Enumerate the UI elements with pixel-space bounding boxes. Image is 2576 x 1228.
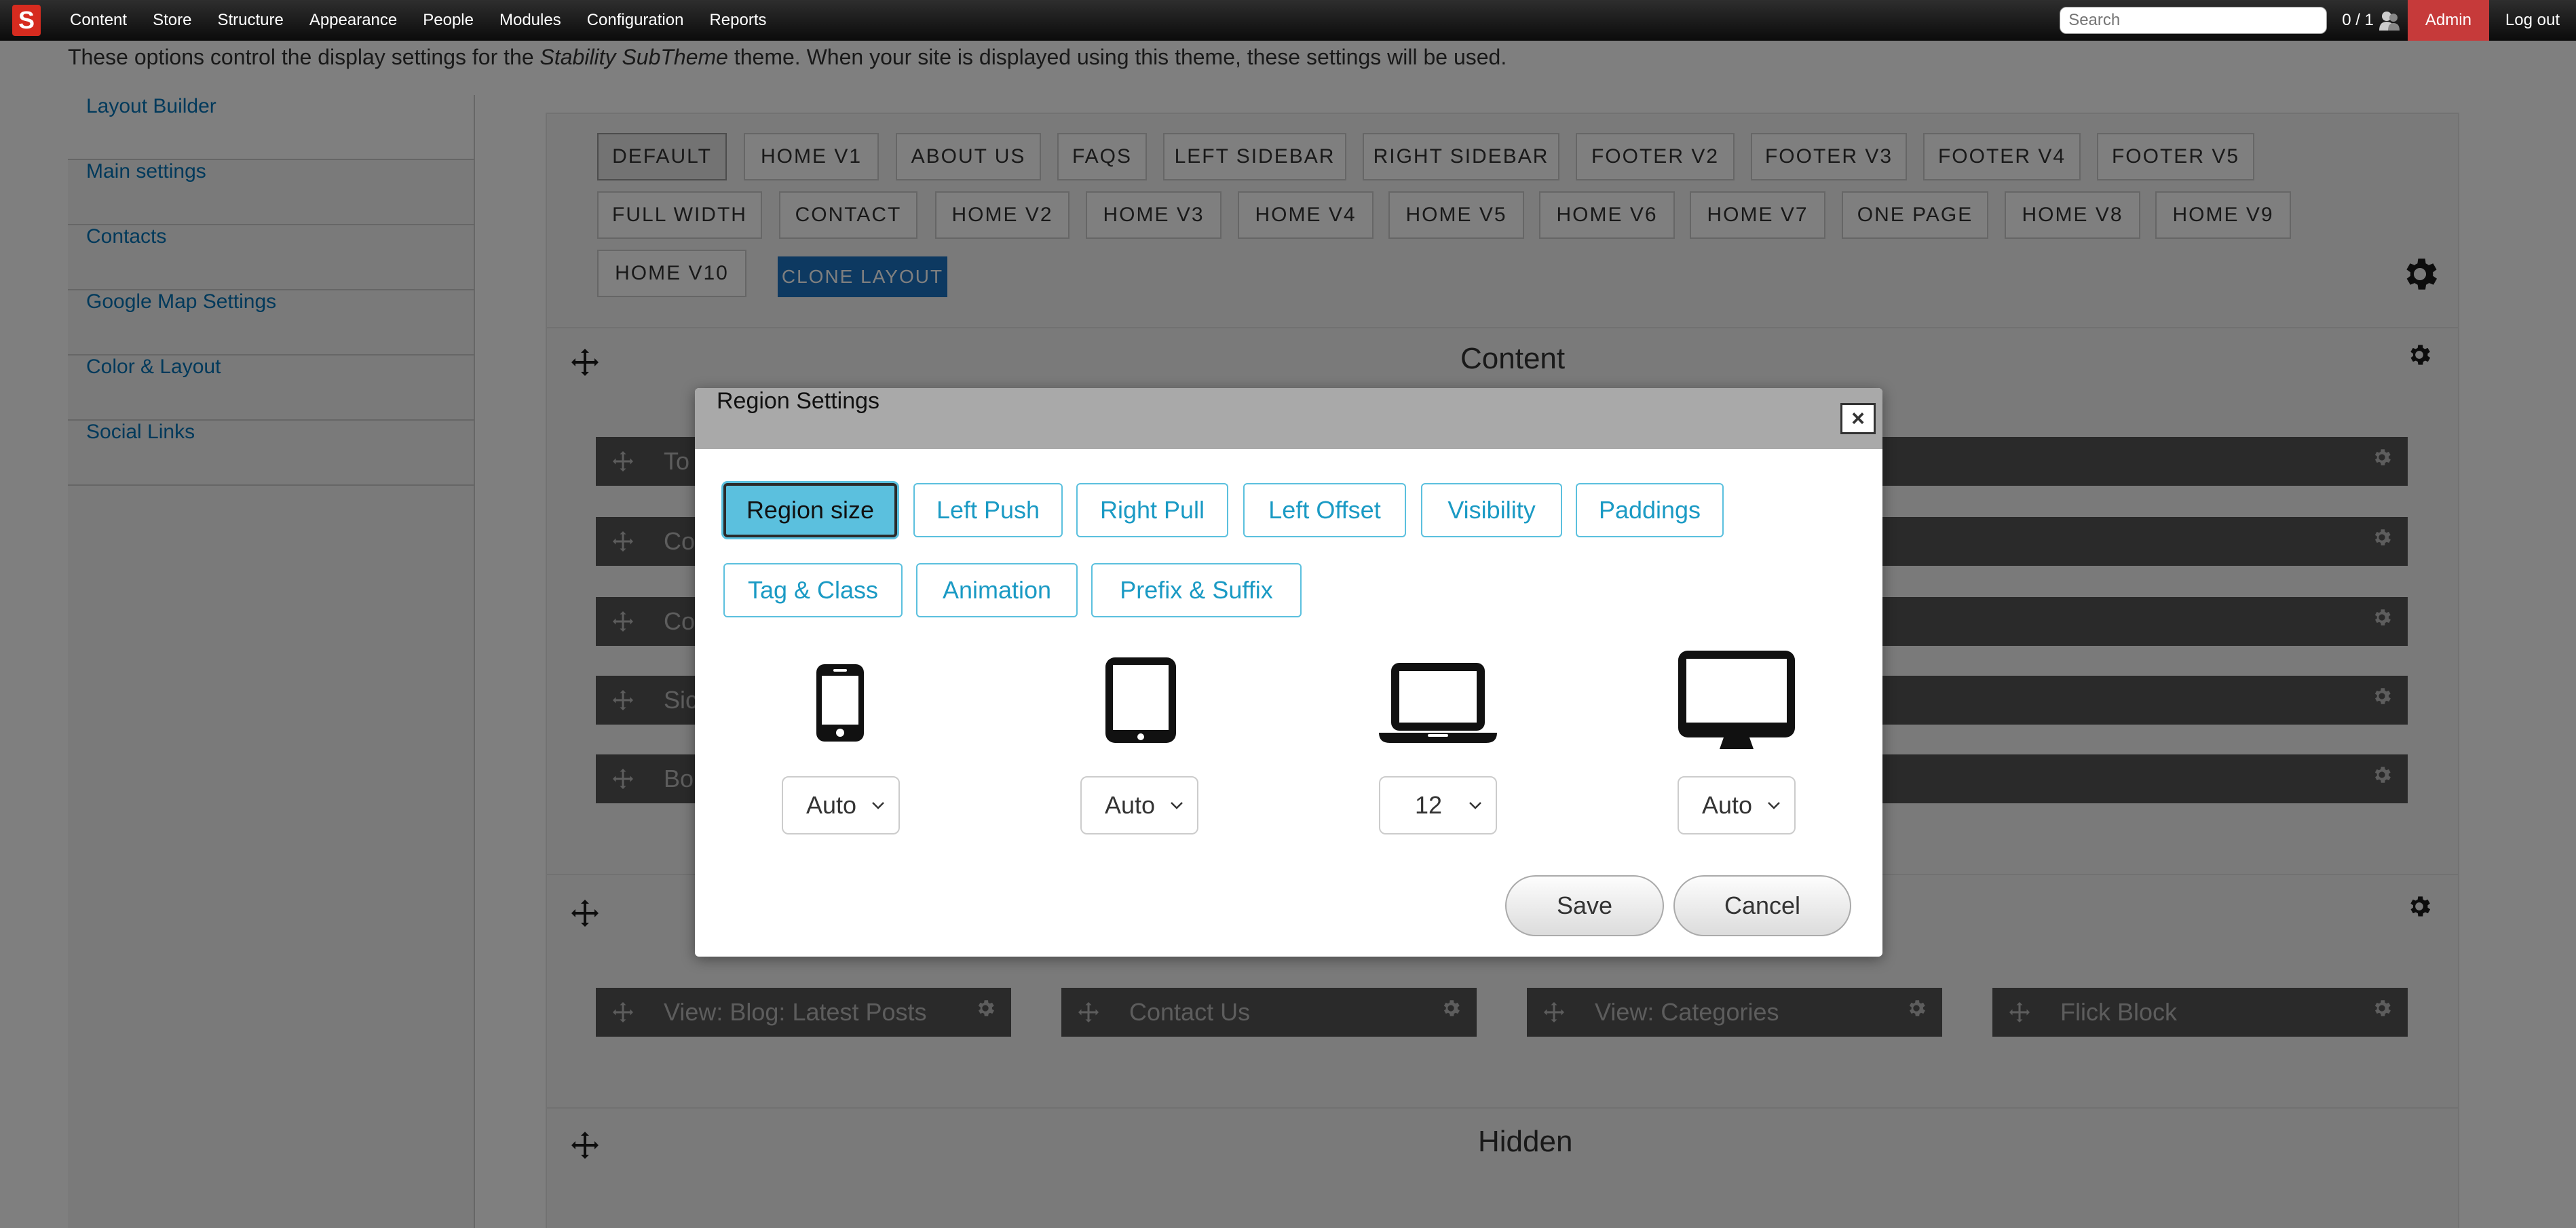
chevron-down-icon [1469,802,1481,809]
tab-left-push[interactable]: Left Push [913,483,1063,537]
users-icon [2379,12,2400,31]
menu-appearance[interactable]: Appearance [297,0,410,41]
phone-size-value: Auto [806,791,857,819]
save-button[interactable]: Save [1505,875,1664,936]
search-input[interactable] [2060,7,2328,34]
tablet-size-value: Auto [1104,791,1156,819]
desktop-size-value: Auto [1701,791,1753,819]
menu-configuration[interactable]: Configuration [574,0,697,41]
cancel-button[interactable]: Cancel [1673,875,1851,936]
admin-menu: Content Store Structure Appearance Peopl… [57,0,780,41]
tab-left-offset[interactable]: Left Offset [1243,483,1406,537]
site-logo[interactable]: S [12,5,41,36]
chevron-down-icon [1171,802,1183,809]
chevron-down-icon [1768,802,1780,809]
desktop-size-select[interactable]: Auto [1678,776,1796,834]
tab-visibility[interactable]: Visibility [1421,483,1562,537]
menu-content[interactable]: Content [57,0,140,41]
region-settings-dialog: Region Settings × Region size Left Push … [695,388,1882,957]
menu-structure[interactable]: Structure [204,0,296,41]
tab-tag-class[interactable]: Tag & Class [723,563,903,617]
chevron-down-icon [872,802,884,809]
dialog-title: Region Settings [717,388,880,414]
close-button[interactable]: × [1840,403,1876,434]
phone-icon [816,664,864,742]
admin-toolbar: S Content Store Structure Appearance Peo… [0,0,2576,41]
desktop-icon [1678,651,1795,749]
menu-people[interactable]: People [410,0,487,41]
laptop-size-value: 12 [1414,791,1443,819]
tablet-size-select[interactable]: Auto [1080,776,1198,834]
laptop-icon [1379,663,1497,743]
tab-right-pull[interactable]: Right Pull [1076,483,1228,537]
menu-reports[interactable]: Reports [696,0,779,41]
laptop-size-select[interactable]: 12 [1379,776,1497,834]
menu-store[interactable]: Store [140,0,204,41]
user-count: 0 / 1 [2342,11,2374,29]
logout-link[interactable]: Log out [2489,0,2576,41]
tab-paddings[interactable]: Paddings [1576,483,1724,537]
tab-region-size[interactable]: Region size [723,483,897,537]
dialog-header: Region Settings × [695,388,1882,449]
phone-size-select[interactable]: Auto [782,776,900,834]
toolbar-right: 0 / 1 Admin Log out [2060,0,2576,41]
tab-animation[interactable]: Animation [916,563,1078,617]
menu-modules[interactable]: Modules [487,0,574,41]
tablet-icon [1105,657,1176,743]
tab-prefix-suffix[interactable]: Prefix & Suffix [1091,563,1302,617]
admin-link[interactable]: Admin [2407,0,2489,41]
